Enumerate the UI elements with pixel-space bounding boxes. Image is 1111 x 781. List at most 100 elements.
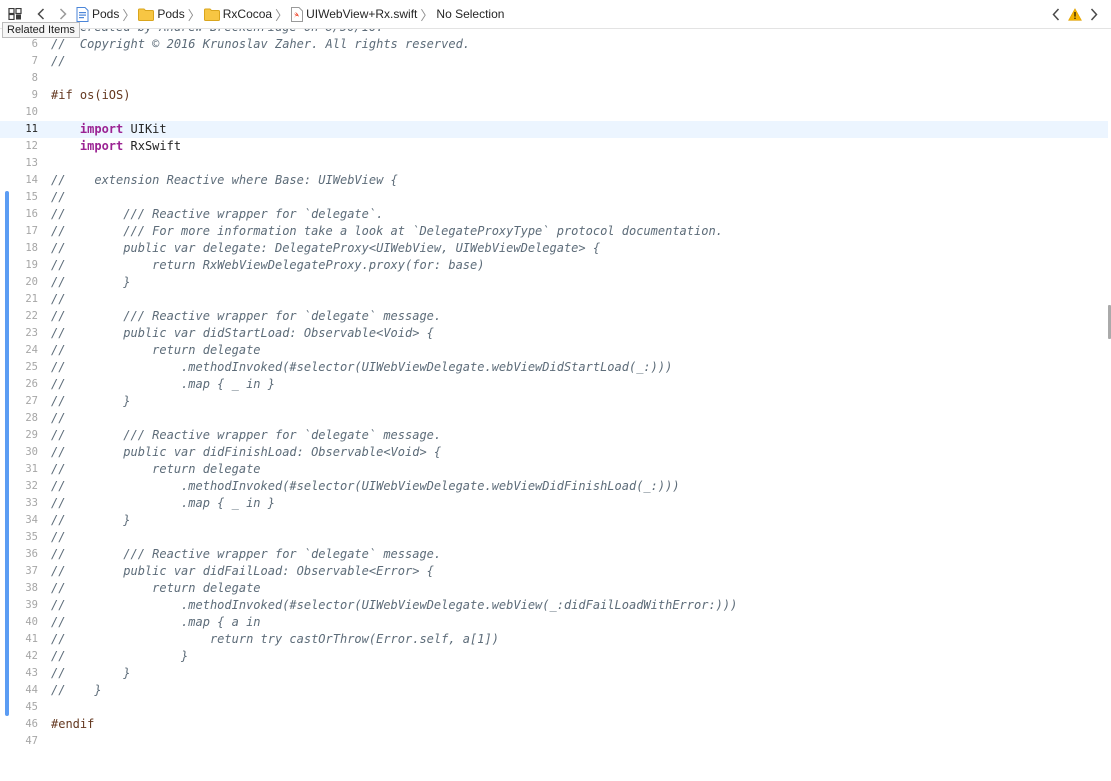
forward-button[interactable]: [52, 4, 74, 24]
line-number: 10: [25, 106, 38, 118]
code-line[interactable]: 16 // /// Reactive wrapper for `delegate`…: [0, 206, 1108, 223]
code-line[interactable]: 45: [0, 699, 1108, 716]
code-line[interactable]: 21 //: [0, 291, 1108, 308]
source-editor[interactable]: 5// Created by Andrew Breckenridge on 8/…: [0, 19, 1111, 781]
code-line[interactable]: 30 // public var didFinishLoad: Observabl…: [0, 444, 1108, 461]
code-text: // return delegate: [51, 462, 261, 476]
code-line[interactable]: 20 // }: [0, 274, 1108, 291]
code-line[interactable]: 41 // return try castOrThrow(Error.self, …: [0, 631, 1108, 648]
code-line[interactable]: 14 // extension Reactive where Base: UIWe…: [0, 172, 1108, 189]
code-line[interactable]: 28 //: [0, 410, 1108, 427]
code-text: // /// Reactive wrapper for `delegate` m…: [51, 309, 442, 323]
code-line[interactable]: 10: [0, 104, 1108, 121]
line-number: 34: [25, 514, 38, 526]
code-line[interactable]: 12 import RxSwift: [0, 138, 1108, 155]
line-number: 15: [25, 191, 38, 203]
code-text: //: [51, 530, 66, 544]
code-line[interactable]: 6 // Copyright © 2016 Krunoslav Zaher. Al…: [0, 36, 1108, 53]
module-name: RxSwift: [130, 139, 182, 153]
code-line[interactable]: 15 //: [0, 189, 1108, 206]
code-text: import RxSwift: [51, 138, 181, 155]
code-line[interactable]: 19 // return RxWebViewDelegateProxy.proxy…: [0, 257, 1108, 274]
code-line[interactable]: 40 // .map { a in: [0, 614, 1108, 631]
code-line[interactable]: 32 // .methodInvoked(#selector(UIWebViewD…: [0, 478, 1108, 495]
line-number: 14: [25, 174, 38, 186]
code-line[interactable]: 11 import UIKit: [0, 121, 1108, 138]
line-number: 8: [31, 72, 38, 84]
related-items-tooltip: Related Items: [2, 22, 80, 38]
jump-bar-right-controls: [1049, 4, 1101, 24]
code-text: // public var didFinishLoad: Observable<…: [51, 445, 442, 459]
code-line[interactable]: 8: [0, 70, 1108, 87]
code-line[interactable]: 34 // }: [0, 512, 1108, 529]
code-line[interactable]: 26 // .map { _ in }: [0, 376, 1108, 393]
breadcrumb-pods-project[interactable]: Pods: [76, 4, 119, 24]
code-line[interactable]: 23 // public var didStartLoad: Observable…: [0, 325, 1108, 342]
code-line[interactable]: 13: [0, 155, 1108, 172]
line-number: 41: [25, 633, 38, 645]
code-text: // /// For more information take a look …: [51, 224, 723, 238]
code-text: import UIKit: [51, 121, 167, 138]
code-line[interactable]: 38 // return delegate: [0, 580, 1108, 597]
code-line[interactable]: 31 // return delegate: [0, 461, 1108, 478]
breadcrumb-separator-icon: 〉: [187, 7, 201, 23]
code-line[interactable]: 46 #endif: [0, 716, 1108, 733]
breadcrumb-symbol[interactable]: No Selection: [436, 4, 504, 24]
code-text: #if os(iOS): [51, 88, 131, 102]
code-line[interactable]: 36 // /// Reactive wrapper for `delegate`…: [0, 546, 1108, 563]
related-items-button[interactable]: [0, 4, 30, 24]
code-text: // }: [51, 394, 131, 408]
code-line[interactable]: 43 // }: [0, 665, 1108, 682]
line-number: 6: [31, 38, 38, 50]
breadcrumb-label: UIWebView+Rx.swift: [306, 7, 418, 21]
code-line[interactable]: 33 // .map { _ in }: [0, 495, 1108, 512]
breadcrumb-label: Pods: [92, 7, 120, 21]
code-line[interactable]: 18 // public var delegate: DelegateProxy<…: [0, 240, 1108, 257]
keyword: import: [79, 122, 124, 136]
code-line[interactable]: 25 // .methodInvoked(#selector(UIWebViewD…: [0, 359, 1108, 376]
line-number: 9: [31, 89, 38, 101]
code-line[interactable]: 29 // /// Reactive wrapper for `delegate`…: [0, 427, 1108, 444]
line-number: 40: [25, 616, 38, 628]
code-text: // .methodInvoked(#selector(UIWebViewDel…: [51, 360, 673, 374]
code-line[interactable]: 17 // /// For more information take a loo…: [0, 223, 1108, 240]
code-text: // return try castOrThrow(Error.self, a[…: [51, 632, 499, 646]
code-line[interactable]: 9 #if os(iOS): [0, 87, 1108, 104]
code-line[interactable]: 39 // .methodInvoked(#selector(UIWebViewD…: [0, 597, 1108, 614]
next-issue-button[interactable]: [1087, 4, 1101, 24]
line-number: 28: [25, 412, 38, 424]
code-line[interactable]: 22 // /// Reactive wrapper for `delegate`…: [0, 308, 1108, 325]
code-line[interactable]: 47: [0, 733, 1108, 750]
warning-issue-button[interactable]: [1067, 4, 1083, 24]
code-text: // return RxWebViewDelegateProxy.proxy(f…: [51, 258, 485, 272]
line-number: 17: [25, 225, 38, 237]
line-number: 27: [25, 395, 38, 407]
line-number: 19: [25, 259, 38, 271]
line-number: 46: [25, 718, 38, 730]
code-line[interactable]: 44 // }: [0, 682, 1108, 699]
code-line[interactable]: 37 // public var didFailLoad: Observable<…: [0, 563, 1108, 580]
code-text: // public var didStartLoad: Observable<V…: [51, 326, 434, 340]
code-line[interactable]: 24 // return delegate: [0, 342, 1108, 359]
code-line[interactable]: 7 //: [0, 53, 1108, 70]
line-number: 45: [25, 701, 38, 713]
line-number: 35: [25, 531, 38, 543]
line-number: 26: [25, 378, 38, 390]
code-text: // }: [51, 649, 189, 663]
code-line[interactable]: 35 //: [0, 529, 1108, 546]
breadcrumb-label: RxCocoa: [222, 7, 273, 21]
back-button[interactable]: [30, 4, 52, 24]
previous-issue-button[interactable]: [1049, 4, 1063, 24]
code-line[interactable]: 42 // }: [0, 648, 1108, 665]
breadcrumb-pods-group[interactable]: Pods: [138, 4, 185, 24]
code-text: //: [51, 292, 66, 306]
breadcrumb-separator-icon: 〉: [122, 7, 136, 23]
chevron-right-icon: [59, 8, 67, 20]
line-number: 36: [25, 548, 38, 560]
code-line[interactable]: 27 // }: [0, 393, 1108, 410]
code-text: // .methodInvoked(#selector(UIWebViewDel…: [51, 479, 680, 493]
breadcrumb-rxcocoa-group[interactable]: RxCocoa: [203, 4, 273, 24]
code-text: // }: [51, 683, 102, 697]
line-number: 33: [25, 497, 38, 509]
breadcrumb-swift-file[interactable]: UIWebView+Rx.swift: [291, 4, 417, 24]
